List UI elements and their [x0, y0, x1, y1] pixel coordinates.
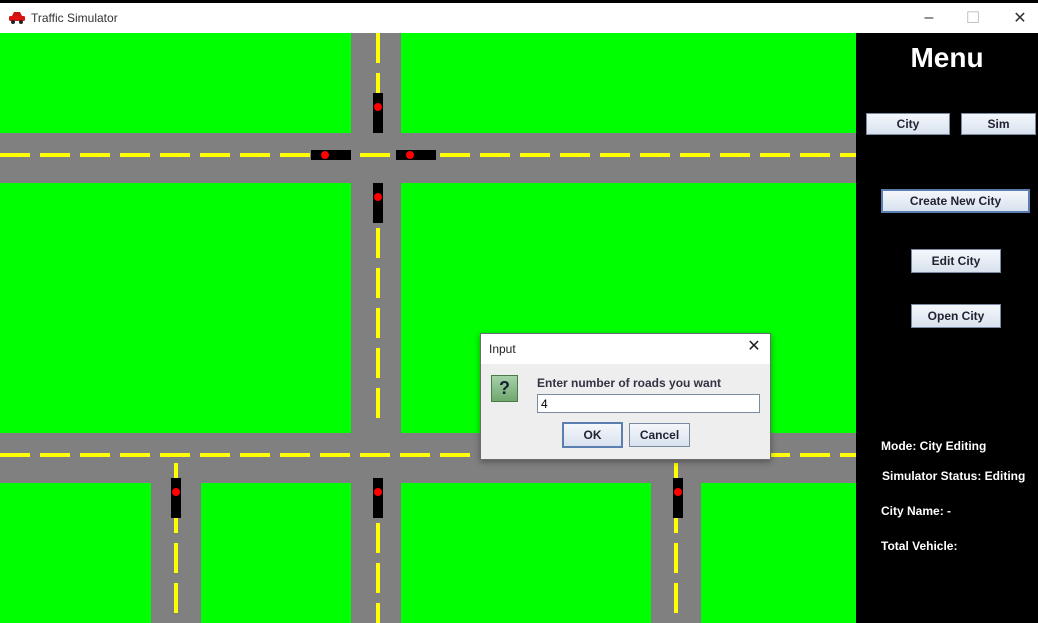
- dialog-title-bar[interactable]: Input ✕: [481, 334, 770, 364]
- minimize-button[interactable]: –: [906, 3, 952, 33]
- traffic-signal: [373, 93, 383, 133]
- traffic-signal: [311, 150, 351, 160]
- menu-panel: Menu City Sim Create New City Edit City …: [856, 33, 1038, 623]
- traffic-signal: [171, 478, 181, 518]
- cancel-button[interactable]: Cancel: [629, 423, 690, 447]
- lane-marking: [360, 153, 396, 157]
- roads-count-input[interactable]: [537, 394, 760, 413]
- mode-label: Mode: City Editing: [881, 439, 987, 453]
- ok-button[interactable]: OK: [562, 422, 623, 448]
- create-new-city-button[interactable]: Create New City: [881, 189, 1030, 213]
- traffic-signal: [373, 183, 383, 223]
- city-tab-button[interactable]: City: [866, 113, 950, 135]
- open-city-button[interactable]: Open City: [911, 304, 1001, 328]
- traffic-signal: [373, 478, 383, 518]
- lane-marking: [440, 153, 856, 157]
- input-dialog: Input ✕ ? Enter number of roads you want…: [480, 333, 771, 460]
- city-name-label: City Name: -: [881, 504, 952, 518]
- red-car-icon: [9, 12, 25, 24]
- simulator-status-label: Simulator Status: Editing: [882, 469, 1026, 483]
- close-button[interactable]: ✕: [997, 3, 1038, 33]
- traffic-signal: [673, 478, 683, 518]
- menu-title: Menu: [910, 42, 984, 73]
- window-title: Traffic Simulator: [31, 11, 118, 25]
- city-map-canvas[interactable]: [0, 33, 856, 623]
- window-title-bar[interactable]: Traffic Simulator – ☐ ✕: [0, 3, 1038, 33]
- sim-tab-button[interactable]: Sim: [961, 113, 1036, 135]
- dialog-message: Enter number of roads you want: [537, 376, 722, 390]
- lane-marking: [376, 523, 380, 623]
- total-vehicle-label: Total Vehicle:: [881, 539, 958, 553]
- close-icon[interactable]: ✕: [746, 339, 762, 355]
- dialog-title: Input: [489, 342, 516, 356]
- question-icon: ?: [491, 375, 518, 402]
- lane-marking: [0, 153, 310, 157]
- maximize-button[interactable]: ☐: [950, 3, 996, 33]
- traffic-signal: [396, 150, 436, 160]
- lane-marking: [376, 228, 380, 428]
- edit-city-button[interactable]: Edit City: [911, 249, 1001, 273]
